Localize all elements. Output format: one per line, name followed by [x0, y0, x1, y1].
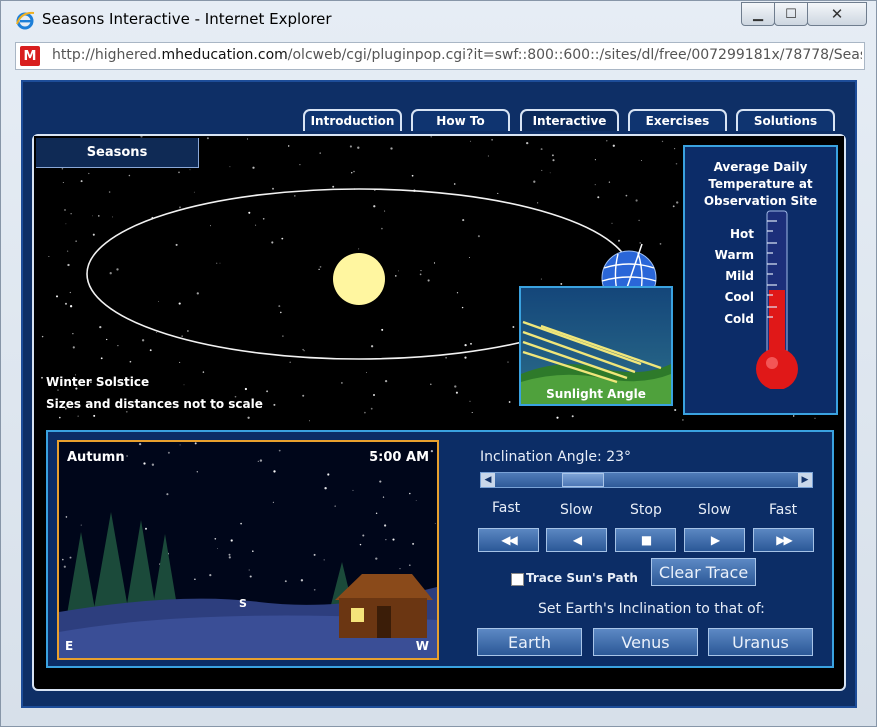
control-panel: Autumn 5:00 AM S E W Inclination Angle: … — [46, 430, 834, 668]
close-button[interactable]: ✕ — [807, 2, 867, 26]
fast-forward-icon: ▶▶ — [776, 533, 793, 547]
star — [814, 417, 816, 419]
stop-button[interactable]: ■ — [615, 528, 676, 552]
star — [674, 408, 677, 412]
inclination-slider[interactable]: ◀ ▶ — [480, 472, 813, 488]
fast-forward-button[interactable]: ▶▶ — [753, 528, 814, 552]
slow-reverse-button[interactable]: ◀ — [546, 528, 607, 552]
star — [682, 419, 684, 421]
tab-interactive[interactable]: Interactive — [520, 109, 619, 131]
tab-introduction[interactable]: Introduction — [303, 109, 402, 131]
temp-level-hot: Hot — [729, 227, 754, 241]
time-label: 5:00 AM — [369, 450, 429, 465]
scale-note: Sizes and distances not to scale — [46, 397, 263, 411]
temperature-title: Average Daily Temperature at Observation… — [703, 160, 818, 208]
trace-sun-path-label: Trace Sun's Path — [526, 571, 638, 585]
venus-inclination-button[interactable]: Venus — [593, 628, 698, 656]
speed-label-stop: Stop — [630, 502, 662, 518]
slider-left-arrow-icon[interactable]: ◀ — [481, 473, 495, 487]
inclination-prompt: Set Earth's Inclination to that of: — [538, 601, 765, 617]
sunlight-angle-inset: Sunlight Angle — [519, 286, 673, 406]
temp-level-cold: Cold — [724, 312, 754, 326]
speed-label-slow-forward: Slow — [698, 502, 731, 518]
maximize-button[interactable]: ☐ — [774, 2, 808, 26]
thermometer — [756, 210, 798, 389]
slider-right-arrow-icon[interactable]: ▶ — [798, 473, 812, 487]
window-title: Seasons Interactive - Internet Explorer — [42, 10, 332, 28]
slider-thumb[interactable] — [561, 473, 604, 487]
temp-level-warm: Warm — [714, 248, 754, 262]
season-label: Autumn — [67, 450, 125, 465]
trace-sun-path-checkbox[interactable] — [511, 573, 524, 586]
slow-forward-button[interactable]: ▶ — [684, 528, 745, 552]
observation-scene: Autumn 5:00 AM S E W — [57, 440, 439, 660]
maximize-icon: ☐ — [785, 6, 797, 22]
star — [674, 148, 676, 150]
reverse-icon: ◀ — [572, 533, 582, 547]
stop-icon: ■ — [640, 533, 652, 547]
title-bar: Seasons Interactive - Internet Explorer … — [1, 1, 876, 39]
flash-content: Introduction How To Interactive Exercise… — [21, 80, 857, 708]
interactive-frame: Seasons Winter Solstice Sizes and distan… — [32, 134, 846, 691]
address-bar[interactable]: M http://highered.mheducation.com/olcweb… — [15, 42, 865, 70]
mcafee-icon: M — [20, 46, 40, 66]
inclination-angle-label: Inclination Angle: 23° — [480, 449, 632, 465]
minimize-icon: ▁ — [753, 6, 763, 22]
tab-bar: Introduction How To Interactive Exercise… — [23, 82, 859, 132]
minimize-button[interactable]: ▁ — [741, 2, 775, 26]
star — [675, 162, 678, 165]
cabin — [335, 574, 433, 638]
direction-south: S — [239, 597, 247, 610]
sunlight-angle-label: Sunlight Angle — [546, 387, 646, 401]
play-icon: ▶ — [710, 533, 720, 547]
direction-east: E — [65, 639, 74, 653]
url-text[interactable]: http://highered.mheducation.com/olcweb/c… — [52, 47, 862, 63]
star — [676, 201, 679, 204]
temp-level-cool: Cool — [724, 290, 754, 304]
tab-exercises[interactable]: Exercises — [628, 109, 727, 131]
tab-solutions[interactable]: Solutions — [736, 109, 835, 131]
close-icon: ✕ — [830, 5, 844, 23]
speed-label-fast-reverse: Fast — [492, 500, 521, 516]
temperature-panel: Average Daily Temperature at Observation… — [683, 145, 838, 415]
browser-window: Seasons Interactive - Internet Explorer … — [0, 0, 877, 727]
clear-trace-button[interactable]: Clear Trace — [651, 558, 756, 586]
fast-reverse-button[interactable]: ◀◀ — [478, 528, 539, 552]
speed-label-fast-forward: Fast — [769, 502, 798, 518]
star — [792, 415, 795, 417]
tab-how-to[interactable]: How To — [411, 109, 510, 131]
sun — [333, 253, 385, 305]
speed-label-slow-reverse: Slow — [560, 502, 593, 518]
uranus-inclination-button[interactable]: Uranus — [708, 628, 813, 656]
internet-explorer-icon — [16, 11, 35, 30]
direction-west: W — [415, 639, 429, 653]
orbit-view: Seasons Winter Solstice Sizes and distan… — [34, 136, 844, 426]
orbit-position-label: Winter Solstice — [46, 375, 150, 389]
fast-reverse-icon: ◀◀ — [501, 533, 518, 547]
landscape — [59, 512, 437, 658]
earth-inclination-button[interactable]: Earth — [477, 628, 582, 656]
temp-level-mild: Mild — [725, 269, 754, 283]
